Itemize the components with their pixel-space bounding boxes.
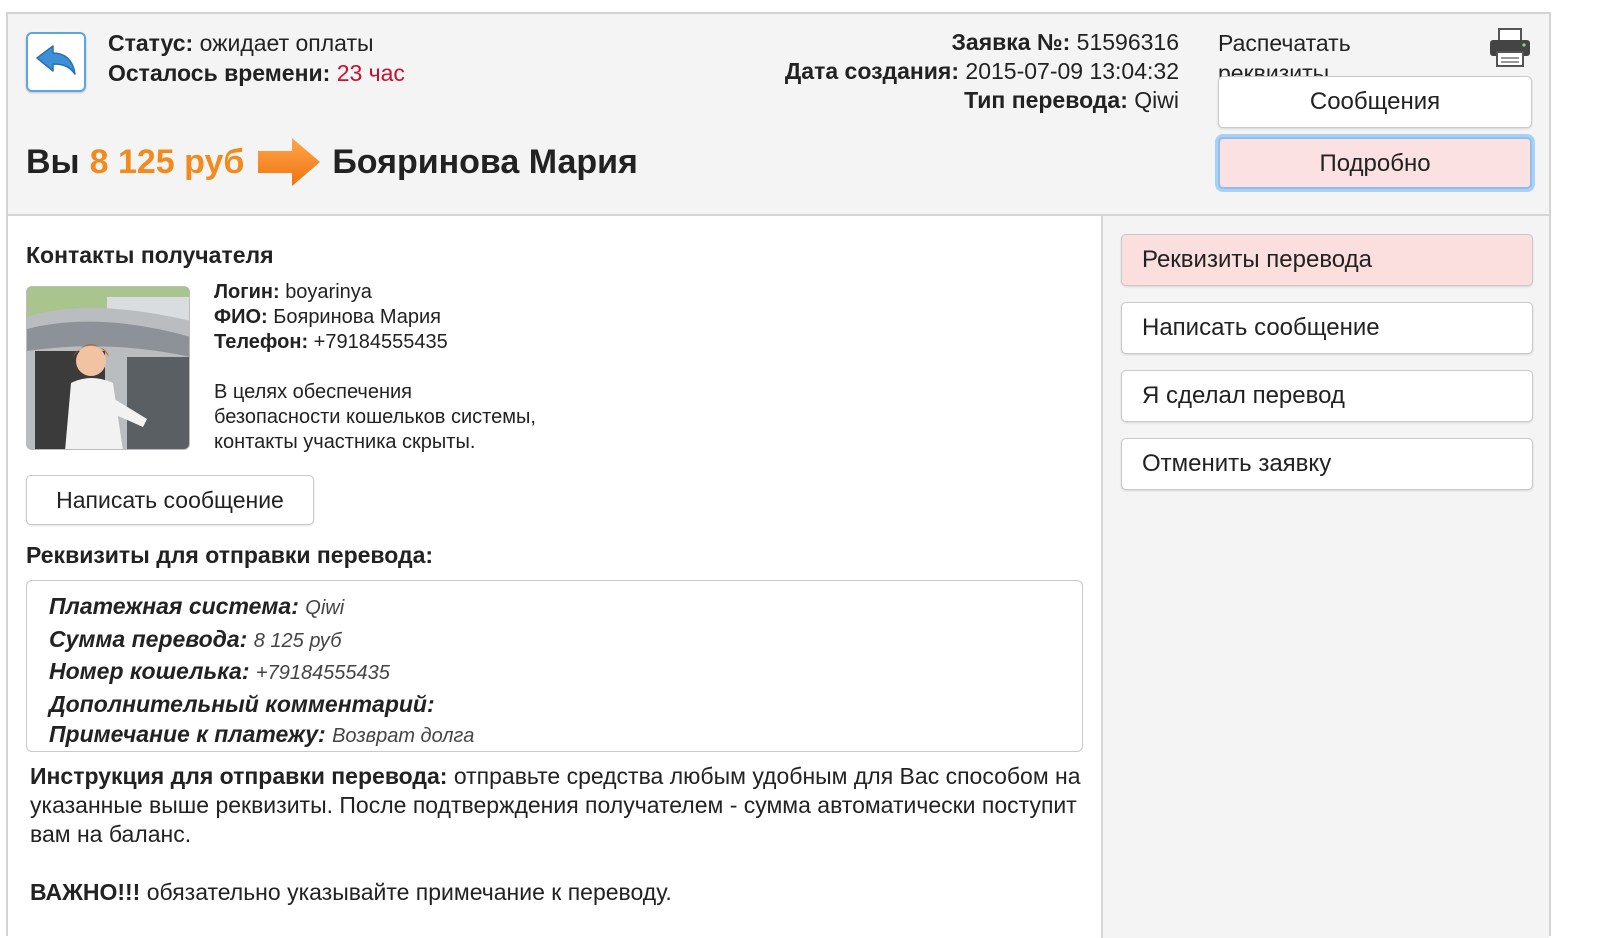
sidebar-item-write-message[interactable]: Написать сообщение: [1121, 302, 1533, 354]
transfer-sum-line: Сумма перевода: 8 125 руб: [49, 624, 1082, 657]
payment-note-line: Примечание к платежу: Возврат долга: [49, 719, 1082, 752]
transfer-amount: 8 125 руб: [89, 142, 245, 181]
write-message-button[interactable]: Написать сообщение: [26, 475, 314, 525]
order-number-value: 51596316: [1076, 29, 1179, 55]
requisites-box: Платежная система: Qiwi Сумма перевода: …: [26, 580, 1083, 752]
important-text: обязательно указывайте примечание к пере…: [146, 879, 672, 905]
transfer-sum-value: 8 125 руб: [253, 629, 342, 652]
avatar-photo: [27, 287, 189, 449]
order-info: Заявка №: 51596316 Дата создания: 2015-0…: [785, 28, 1179, 115]
privacy-notice-line-2: безопасности кошельков системы,: [214, 406, 536, 428]
sidebar-item-transfer-done[interactable]: Я сделал перевод: [1121, 370, 1533, 422]
recipient-name: Бояринова Мария: [332, 142, 638, 181]
created-date-line: Дата создания: 2015-07-09 13:04:32: [785, 57, 1179, 86]
created-date-value: 2015-07-09 13:04:32: [965, 58, 1179, 84]
arrow-right-icon: [258, 138, 321, 186]
login-label: Логин:: [214, 281, 280, 303]
privacy-notice-line-1: В целях обеспечения: [214, 381, 412, 403]
order-header: Статус: ожидает оплаты Осталось времени:…: [8, 14, 1549, 216]
status-value: ожидает оплаты: [199, 30, 374, 56]
fio-line: ФИО: Бояринова Мария: [214, 305, 441, 330]
you-label: Вы: [26, 142, 80, 181]
time-left-label: Осталось времени:: [108, 60, 331, 86]
created-date-label: Дата создания:: [784, 58, 960, 84]
order-number-line: Заявка №: 51596316: [785, 28, 1180, 57]
important-label: ВАЖНО!!!: [30, 879, 141, 905]
payment-note-label: Примечание к платежу:: [49, 721, 326, 747]
phone-line: Телефон: +79184555435: [214, 330, 448, 355]
print-requisites-link[interactable]: Распечатать реквизиты: [1218, 28, 1418, 78]
transfer-summary: Вы 8 125 руб Бояринова Мария: [26, 132, 638, 192]
sidebar-item-requisites[interactable]: Реквизиты перевода: [1121, 234, 1533, 286]
phone-value: +79184555435: [313, 331, 448, 353]
instructions-label: Инструкция для отправки перевода:: [30, 763, 448, 789]
recipient-avatar: [26, 286, 190, 450]
extra-comment-line: Дополнительный комментарий:: [49, 689, 1082, 720]
phone-label: Телефон:: [214, 331, 309, 353]
status-label: Статус:: [108, 30, 194, 56]
fio-value: Бояринова Мария: [273, 306, 441, 328]
login-value: boyarinya: [285, 281, 372, 303]
wallet-number-label: Номер кошелька:: [49, 658, 250, 684]
order-panel: Статус: ожидает оплаты Осталось времени:…: [6, 12, 1551, 938]
payment-system-label: Платежная система:: [49, 593, 299, 619]
order-number-label: Заявка №:: [951, 29, 1071, 55]
status-line: Статус: ожидает оплаты: [108, 28, 374, 58]
payment-note-value: Возврат долга: [332, 725, 475, 747]
important-note: ВАЖНО!!! обязательно указывайте примечан…: [30, 878, 1090, 907]
wallet-number-line: Номер кошелька: +79184555435: [49, 656, 1082, 689]
transfer-sum-label: Сумма перевода:: [49, 625, 248, 652]
transfer-type-label: Тип перевода:: [964, 87, 1128, 113]
transfer-instructions: Инструкция для отправки перевода: отправ…: [30, 762, 1090, 907]
contacts-title: Контакты получателя: [26, 242, 274, 268]
privacy-notice-line-3: контакты участника скрыты.: [214, 431, 476, 453]
time-left-line: Осталось времени: 23 час: [108, 58, 405, 88]
login-line: Логин: boyarinya: [214, 280, 372, 305]
wallet-number-value: +79184555435: [255, 662, 390, 684]
payment-system-line: Платежная система: Qiwi: [49, 591, 1082, 624]
extra-comment-label: Дополнительный комментарий:: [49, 690, 435, 717]
fio-label: ФИО:: [214, 306, 268, 328]
transfer-type-value: Qiwi: [1134, 87, 1179, 113]
transfer-type-line: Тип перевода: Qiwi: [785, 86, 1179, 115]
actions-sidebar: Реквизиты перевода Написать сообщение Я …: [1103, 216, 1549, 938]
back-button[interactable]: [26, 32, 86, 92]
details-button[interactable]: Подробно: [1218, 137, 1532, 189]
payment-system-value: Qiwi: [305, 597, 345, 619]
back-arrow-icon: [36, 45, 76, 75]
time-left-value: 23 час: [336, 60, 405, 86]
sidebar-item-cancel-order[interactable]: Отменить заявку: [1121, 438, 1533, 490]
requisites-title: Реквизиты для отправки перевода:: [26, 542, 434, 568]
messages-button[interactable]: Сообщения: [1218, 76, 1532, 128]
printer-icon[interactable]: [1488, 28, 1532, 68]
